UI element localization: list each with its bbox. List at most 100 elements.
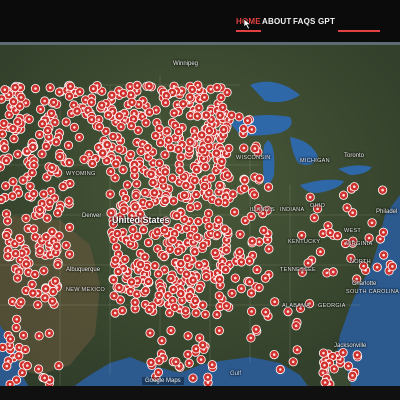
map-marker-dot [257, 286, 261, 289]
map-marker-dot [325, 271, 329, 275]
map-marker-dot [117, 286, 121, 289]
map-marker-dot [332, 367, 336, 371]
map-marker-dot [133, 174, 136, 177]
map-container[interactable]: Winnipeg Toronto MICHIGAN WISCONSIN ILLI… [0, 42, 400, 389]
map-marker-dot [204, 178, 207, 182]
map-marker-dot [154, 108, 158, 112]
map-marker-dot [323, 381, 327, 384]
label-denver: Denver [82, 213, 102, 219]
map-marker-dot [78, 136, 81, 139]
map-marker-dot [15, 318, 18, 321]
map-marker-dot [173, 232, 176, 235]
map-canvas[interactable] [0, 45, 400, 389]
map-marker-dot [216, 102, 220, 106]
map-marker-dot [242, 127, 245, 130]
map-marker-dot [147, 84, 151, 88]
map-marker-dot [153, 199, 157, 203]
map-marker-dot [194, 347, 198, 351]
nav-gpt[interactable]: GPT [318, 14, 335, 30]
map-marker-dot [50, 230, 54, 233]
map-marker-dot [347, 364, 350, 368]
map-marker-dot [267, 185, 270, 189]
map-marker-dot [225, 248, 228, 252]
map-marker-dot [86, 109, 90, 112]
map-marker-dot [136, 129, 140, 132]
map-marker-dot [189, 114, 192, 117]
map-marker-dot [169, 146, 172, 149]
map-marker-dot [205, 275, 208, 279]
map-marker-dot [382, 231, 385, 234]
map-marker-dot [201, 244, 205, 247]
nav-faqs[interactable]: FAQS [293, 14, 316, 30]
map-marker-dot [258, 240, 261, 244]
map-marker-dot [98, 125, 101, 129]
map-marker-dot [112, 238, 116, 241]
map-marker-dot [227, 147, 231, 150]
map-marker-dot [147, 241, 150, 244]
label-new-mexico: NEW MEXICO [66, 287, 106, 293]
map-marker-dot [230, 292, 234, 295]
map-marker-dot [253, 193, 256, 197]
map-marker-dot [331, 355, 334, 358]
map-marker-dot [116, 232, 119, 235]
map-marker-dot [204, 313, 207, 316]
map-marker-dot [179, 268, 183, 272]
map-marker-dot [218, 278, 221, 281]
map-marker-dot [34, 235, 37, 239]
map-marker-dot [362, 264, 365, 268]
map-marker-dot [183, 218, 186, 221]
map-marker-dot [184, 309, 187, 313]
map-marker-dot [64, 244, 68, 247]
map-marker-dot [156, 247, 159, 251]
label-wisconsin: WISCONSIN [236, 155, 271, 161]
map-marker-dot [168, 311, 171, 315]
map-marker-dot [143, 255, 147, 259]
map-marker-dot [308, 195, 312, 199]
map-marker-dot [367, 236, 371, 240]
map-marker-dot [21, 371, 24, 375]
map-marker-dot [205, 113, 208, 117]
map-marker-dot [21, 178, 25, 182]
label-gulf: Gulf [230, 371, 242, 377]
map-marker-dot [114, 120, 118, 124]
map-marker-dot [135, 182, 138, 186]
map-marker-dot [72, 103, 76, 107]
map-marker-dot [279, 368, 282, 371]
map-marker-dot [16, 276, 19, 280]
map-marker-dot [100, 89, 104, 93]
map-marker-dot [17, 346, 21, 349]
map-marker-dot [9, 337, 12, 341]
map-marker-dot [295, 348, 299, 352]
map-marker-dot [155, 121, 159, 124]
map-marker-dot [48, 331, 51, 335]
map-marker-dot [44, 235, 48, 239]
map-marker-dot [209, 232, 213, 235]
map-marker-dot [135, 292, 139, 296]
map-marker-dot [341, 351, 345, 354]
cursor-icon [243, 18, 252, 30]
map-marker-dot [272, 353, 276, 356]
nav-item-last[interactable] [384, 14, 396, 30]
map-marker-dot [162, 255, 166, 258]
map-marker-dot [223, 201, 227, 204]
map-marker-dot [342, 193, 345, 197]
map-marker-dot [221, 106, 224, 109]
map-marker-dot [166, 294, 170, 297]
map-marker-dot [32, 227, 35, 231]
map-marker-dot [203, 185, 206, 188]
map-marker-dot [157, 359, 161, 363]
nav-item-red[interactable] [338, 14, 380, 32]
map-marker-dot [228, 263, 231, 266]
map-marker-dot [214, 169, 218, 172]
map-marker-dot [216, 271, 219, 275]
map-marker-dot [209, 87, 213, 91]
map-marker-dot [254, 328, 258, 331]
label-michigan: MICHIGAN [300, 158, 330, 164]
map-marker-dot [58, 90, 61, 94]
nav-about[interactable]: ABOUT [262, 14, 291, 30]
map-marker-dot [195, 235, 199, 239]
map-marker-dot [201, 343, 205, 347]
map-marker-dot [176, 249, 180, 253]
map-marker-dot [67, 144, 70, 147]
map-marker-dot [215, 224, 218, 227]
